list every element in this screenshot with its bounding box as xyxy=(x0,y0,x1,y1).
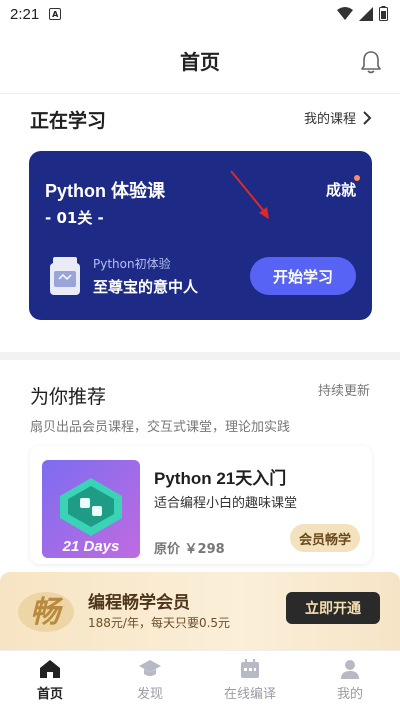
notification-a-icon: A xyxy=(49,8,62,20)
status-icons xyxy=(337,6,388,21)
tab-home[interactable]: 首页 xyxy=(0,651,100,710)
course-level: - 01关 - xyxy=(45,209,104,227)
recommend-more-label: 持续更新 xyxy=(317,384,370,399)
start-learning-button[interactable]: 开始学习 xyxy=(250,257,356,295)
tab-label: 我的 xyxy=(336,687,363,702)
current-course-card[interactable]: Python 体验课 - 01关 - 成就 Python初体验 至尊宝的意中人 … xyxy=(29,151,372,320)
my-courses-label: 我的课程 xyxy=(303,112,356,127)
member-tag-button[interactable]: 会员畅学 xyxy=(290,524,360,552)
tab-online-compile[interactable]: 在线编译 xyxy=(200,651,300,710)
recommend-section: 为你推荐 持续更新 扇贝出品会员课程，交互式课堂，理论加实践 21 Days P… xyxy=(0,360,400,572)
battery-icon xyxy=(379,6,388,21)
red-arrow-icon xyxy=(230,170,269,219)
graduation-cap-icon xyxy=(139,660,161,676)
vip-title: 编程畅学会员 xyxy=(88,593,190,613)
tab-profile[interactable]: 我的 xyxy=(300,651,400,710)
recommend-description: 扇贝出品会员课程，交互式课堂，理论加实践 xyxy=(30,420,291,435)
page-title: 首页 xyxy=(180,50,220,74)
svg-text:畅: 畅 xyxy=(30,595,64,630)
status-time: 2:21 xyxy=(10,5,40,23)
achievement-link[interactable]: 成就 xyxy=(326,179,356,200)
course-sub-label: Python初体验 xyxy=(93,257,171,271)
vip-price: 188元/年，每天只要0.5元 xyxy=(88,616,231,630)
section-divider xyxy=(0,352,400,360)
status-bar: 2:21 A xyxy=(0,0,400,28)
tab-label: 首页 xyxy=(36,687,63,702)
course-box-icon xyxy=(50,257,80,295)
notification-dot xyxy=(354,175,360,181)
learning-section: 正在学习 我的课程 Python 体验课 - 01关 - 成就 Python初体… xyxy=(0,94,400,352)
recommended-course-card[interactable]: 21 Days Python 21天入门 适合编程小白的趣味课堂 原价 ￥298… xyxy=(30,446,372,564)
wifi-icon xyxy=(337,6,353,20)
tab-label: 在线编译 xyxy=(223,687,276,702)
user-icon xyxy=(341,660,359,679)
course-title: Python 体验课 xyxy=(45,181,165,201)
course-title: Python 21天入门 xyxy=(154,469,287,488)
learning-title: 正在学习 xyxy=(30,110,107,132)
vip-banner[interactable]: 畅 编程畅学会员 188元/年，每天只要0.5元 立即开通 xyxy=(0,572,400,650)
tab-discover[interactable]: 发现 xyxy=(100,651,200,710)
my-courses-link[interactable]: 我的课程 xyxy=(304,108,372,127)
recommend-title: 为你推荐 xyxy=(30,386,107,408)
bell-icon[interactable] xyxy=(360,50,382,74)
calendar-icon xyxy=(241,659,259,678)
home-icon xyxy=(40,660,60,678)
course-thumbnail: 21 Days xyxy=(42,460,140,558)
signal-icon xyxy=(359,6,373,21)
course-price: 原价 ￥298 xyxy=(154,542,225,557)
course-sub-name: 至尊宝的意中人 xyxy=(93,278,199,296)
chevron-right-icon xyxy=(363,110,372,125)
bottom-tab-bar: 首页 发现 在线编译 我的 xyxy=(0,650,400,710)
thumbnail-caption: 21 Days xyxy=(62,538,120,555)
vip-activate-button[interactable]: 立即开通 xyxy=(286,592,380,624)
vip-logo-icon: 畅 xyxy=(18,592,74,632)
app-header: 首页 xyxy=(0,28,400,94)
course-subtitle: 适合编程小白的趣味课堂 xyxy=(154,496,298,511)
tab-label: 发现 xyxy=(136,687,163,702)
